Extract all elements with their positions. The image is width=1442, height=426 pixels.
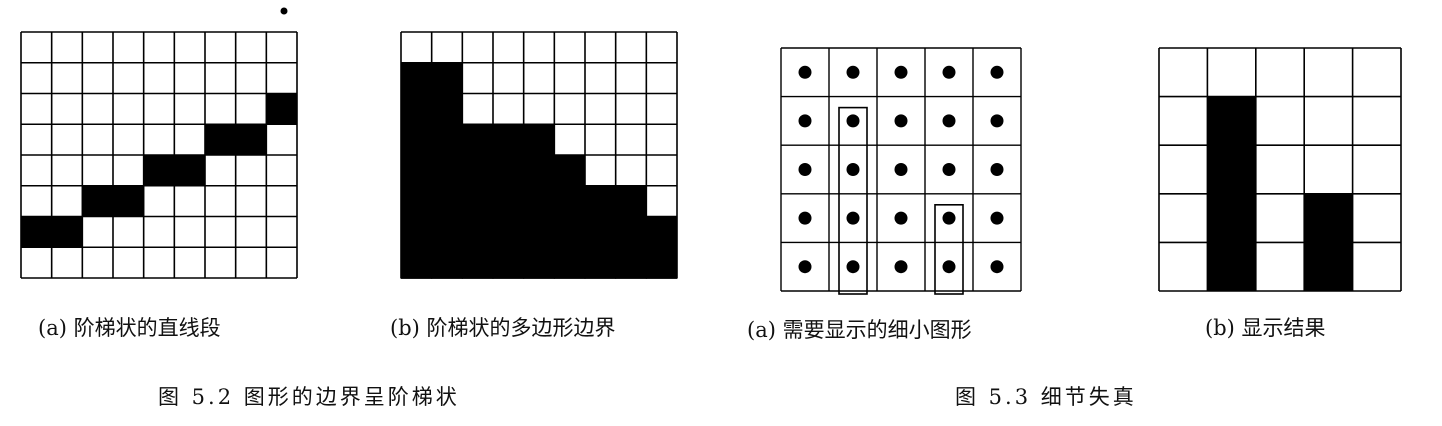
staircase-polygon-grid	[400, 31, 678, 279]
filled-pixel	[21, 216, 52, 248]
sample-point	[990, 211, 1004, 225]
sample-point	[798, 211, 812, 225]
sample-point	[894, 114, 908, 128]
figure-5-3-title: 图 5.3 细节失真	[955, 385, 1137, 409]
sample-point	[846, 65, 860, 79]
sample-point	[798, 163, 812, 176]
sample-point	[990, 65, 1004, 79]
sample-point	[846, 163, 860, 176]
sample-point	[798, 65, 812, 79]
filled-pixel	[82, 185, 113, 217]
sample-point	[942, 163, 956, 176]
polygon-fill-column	[400, 62, 433, 279]
polygon-fill-column	[492, 124, 525, 279]
sample-point	[798, 260, 812, 274]
filled-pixel	[143, 155, 175, 186]
caption-staircase-line: (a) 阶梯状的直线段	[38, 316, 221, 340]
sample-point	[990, 114, 1004, 128]
sample-point	[894, 211, 908, 225]
filled-pixel	[174, 155, 205, 186]
fine-detail-grid	[780, 47, 1022, 295]
sample-point	[990, 260, 1004, 274]
filled-pixel	[113, 185, 144, 217]
sample-point	[990, 163, 1004, 176]
polygon-fill-column	[645, 216, 678, 279]
endpoint-dot	[280, 7, 288, 15]
caption-display-result: (b) 显示结果	[1205, 316, 1326, 340]
sample-point	[894, 163, 908, 176]
filled-pixel	[51, 216, 83, 248]
caption-staircase-polygon: (b) 阶梯状的多边形边界	[390, 316, 616, 340]
polygon-fill-column	[523, 124, 555, 279]
figure-art	[20, 7, 1402, 295]
sample-point	[942, 114, 956, 128]
polygon-fill-column	[584, 185, 617, 279]
sample-point	[894, 260, 908, 274]
sample-point	[798, 114, 812, 128]
sample-point	[942, 65, 956, 79]
figure-page: (a) 阶梯状的直线段 (b) 阶梯状的多边形边界 (a) 需要显示的细小图形 …	[0, 0, 1442, 422]
polygon-fill-column	[461, 124, 494, 279]
sample-point	[894, 65, 908, 79]
filled-pixel	[205, 124, 236, 155]
caption-fine-detail: (a) 需要显示的细小图形	[747, 318, 972, 342]
sample-point	[846, 211, 860, 225]
sample-point	[942, 211, 956, 225]
filled-pixel	[266, 93, 297, 125]
filled-pixel	[235, 124, 267, 155]
sample-point	[942, 260, 956, 274]
polygon-fill-column	[553, 155, 586, 279]
staircase-line-grid	[20, 31, 298, 279]
polygon-fill-column	[615, 185, 647, 279]
figure-5-2-title: 图 5.2 图形的边界呈阶梯状	[158, 385, 460, 409]
polygon-fill-column	[431, 62, 463, 279]
sample-point	[846, 114, 860, 128]
display-result-grid	[1158, 47, 1402, 292]
sample-point	[846, 260, 860, 274]
